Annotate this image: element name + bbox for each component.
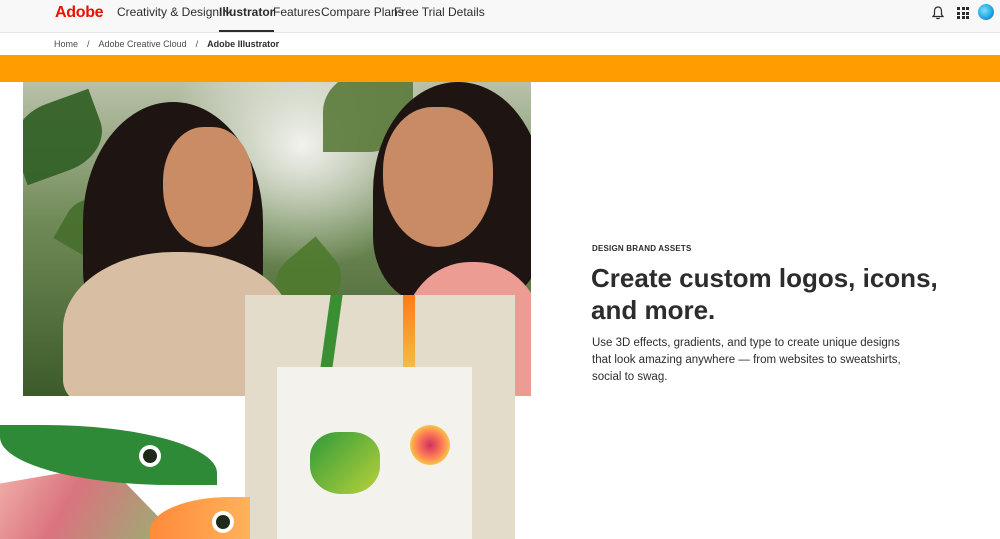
hero-body: Use 3D effects, gradients, and type to c…	[592, 337, 901, 383]
nav-features[interactable]: Features	[273, 0, 320, 32]
bell-icon[interactable]	[932, 6, 944, 20]
breadcrumb-home[interactable]: Home	[54, 39, 78, 49]
decorative-green-leaf	[0, 425, 217, 485]
tote-strap-right	[403, 295, 415, 375]
global-nav: Adobe Creativity & Design Illustrator Fe…	[0, 0, 1000, 33]
nav-illustrator[interactable]: Illustrator	[219, 0, 275, 32]
apps-grid-icon[interactable]	[957, 7, 969, 19]
avatar[interactable]	[978, 4, 994, 20]
promo-bar	[0, 55, 1000, 82]
breadcrumb-separator: /	[87, 39, 90, 49]
breadcrumb-current: Adobe Illustrator	[207, 39, 280, 49]
flower-illustration	[410, 425, 450, 465]
watering-can-illustration	[310, 432, 380, 494]
decorative-dot	[212, 511, 234, 533]
hero-headline: Create custom logos, icons, and more.	[591, 263, 938, 325]
nav-free-trial-details[interactable]: Free Trial Details	[394, 0, 485, 32]
nav-creativity-design[interactable]: Creativity & Design	[117, 0, 233, 32]
nav-compare-plans[interactable]: Compare Plans	[321, 0, 404, 32]
breadcrumb-creative-cloud[interactable]: Adobe Creative Cloud	[99, 39, 187, 49]
nav-creativity-design-label: Creativity & Design	[117, 5, 220, 19]
breadcrumb-separator: /	[195, 39, 199, 49]
adobe-logo[interactable]: Adobe	[55, 4, 104, 22]
hero-eyebrow: DESIGN BRAND ASSETS	[592, 244, 692, 253]
breadcrumb: Home / Adobe Creative Cloud / Adobe Illustra…	[54, 34, 279, 54]
decorative-dot	[139, 445, 161, 467]
decorative-orange-leaf	[150, 497, 250, 539]
